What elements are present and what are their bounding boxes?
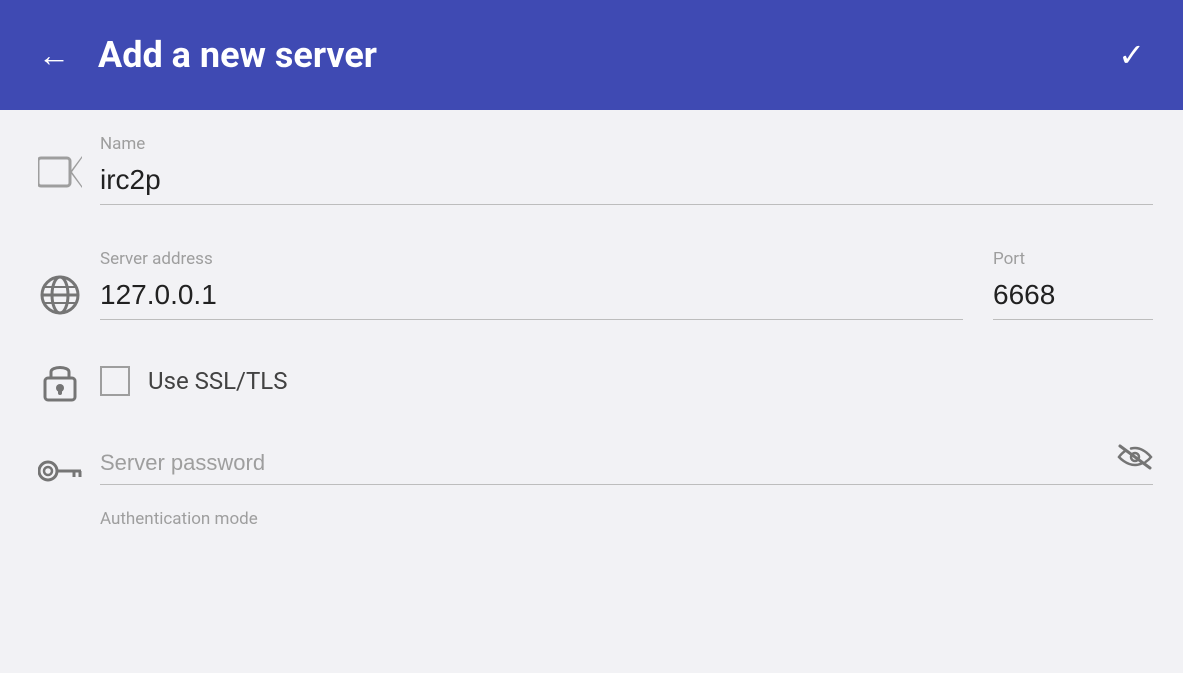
- password-row: [0, 422, 1183, 501]
- address-port-fields: Server address Port: [90, 249, 1153, 320]
- ssl-checkbox[interactable]: [100, 366, 130, 396]
- ssl-label[interactable]: Use SSL/TLS: [100, 366, 287, 396]
- password-input[interactable]: [100, 446, 1153, 485]
- back-button[interactable]: ←: [30, 31, 78, 79]
- confirm-button[interactable]: ✓: [1110, 31, 1153, 79]
- key-icon: [38, 459, 82, 483]
- address-port-row: Server address Port: [0, 225, 1183, 340]
- port-field-group: Port: [993, 249, 1153, 320]
- tag-icon-container: [30, 134, 90, 188]
- password-field-group: [90, 446, 1153, 485]
- globe-icon-container: [30, 249, 90, 315]
- address-label: Server address: [100, 249, 963, 269]
- password-visibility-toggle[interactable]: [1117, 443, 1153, 475]
- lock-icon-container: [30, 360, 90, 402]
- lock-icon: [42, 360, 78, 402]
- name-input[interactable]: [100, 160, 1153, 205]
- app-bar-left: ← Add a new server: [30, 31, 377, 79]
- address-field-group: Server address: [100, 249, 963, 320]
- ssl-checkbox-group: Use SSL/TLS: [90, 366, 287, 396]
- ssl-row: Use SSL/TLS: [0, 340, 1183, 422]
- key-icon-container: [30, 449, 90, 483]
- server-address-input[interactable]: [100, 275, 963, 320]
- port-label: Port: [993, 249, 1153, 269]
- port-input[interactable]: [993, 275, 1153, 320]
- form-content: Name Server address Port: [0, 110, 1183, 673]
- eye-off-icon: [1117, 443, 1153, 471]
- name-field-group: Name: [90, 134, 1153, 205]
- name-row: Name: [0, 110, 1183, 225]
- auth-section: Authentication mode: [0, 501, 1183, 529]
- app-bar: ← Add a new server ✓: [0, 0, 1183, 110]
- auth-mode-label: Authentication mode: [100, 509, 1153, 529]
- globe-icon: [40, 275, 80, 315]
- tag-icon: [38, 156, 82, 188]
- ssl-text: Use SSL/TLS: [148, 367, 287, 395]
- page-title: Add a new server: [98, 34, 377, 76]
- name-label: Name: [100, 134, 1153, 154]
